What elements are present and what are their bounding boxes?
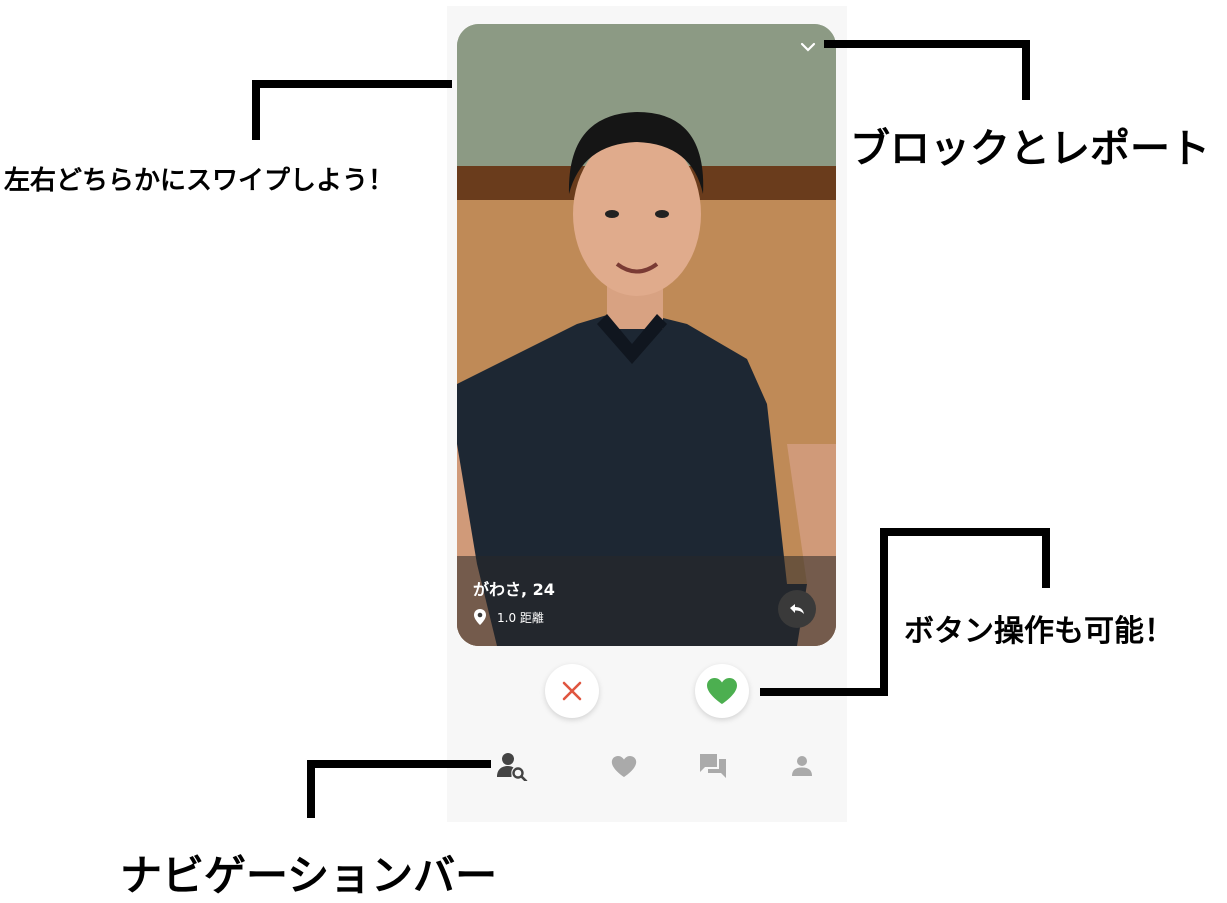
undo-button[interactable] xyxy=(778,590,816,628)
chevron-down-icon xyxy=(800,42,816,52)
dislike-button[interactable] xyxy=(545,664,599,718)
undo-icon xyxy=(790,604,804,614)
block-report-toggle[interactable] xyxy=(797,36,819,58)
callout-line-nav xyxy=(307,760,491,768)
close-icon xyxy=(562,681,582,701)
profile-name-age: がわさ, 24 xyxy=(473,580,555,599)
callout-line-swipe-vertical xyxy=(252,80,260,140)
nav-search[interactable] xyxy=(493,746,533,786)
callout-line-nav-vertical xyxy=(307,760,315,818)
profile-card[interactable]: がわさ, 24 1.0 距離 xyxy=(457,24,836,646)
like-button[interactable] xyxy=(695,664,749,718)
nav-likes[interactable] xyxy=(604,746,644,786)
callout-line-buttons xyxy=(760,688,888,696)
profile-photo xyxy=(457,24,836,646)
person-search-icon xyxy=(497,753,528,781)
callout-line-swipe xyxy=(252,80,452,88)
profile-distance: 1.0 距離 xyxy=(473,608,544,626)
location-pin-icon xyxy=(474,609,486,625)
nav-profile[interactable] xyxy=(782,746,822,786)
callout-line-buttons-vertical xyxy=(880,528,888,696)
callout-line-buttons-top xyxy=(880,528,1050,536)
nav-chat[interactable] xyxy=(693,746,733,786)
person-icon xyxy=(792,756,812,776)
callout-line-block-report-vertical xyxy=(1022,40,1030,100)
profile-info-overlay: がわさ, 24 1.0 距離 xyxy=(457,556,836,646)
annotation-block-report: ブロックとレポート xyxy=(850,126,1210,172)
callout-line-buttons-drop xyxy=(1042,528,1050,588)
annotation-nav-bar: ナビゲーションバー xyxy=(120,851,498,900)
phone-screen: がわさ, 24 1.0 距離 xyxy=(447,6,847,822)
annotation-swipe: 左右どちらかにスワイプしよう！ xyxy=(4,166,395,196)
callout-line-block-report xyxy=(824,40,1030,48)
annotation-buttons: ボタン操作も可能！ xyxy=(904,614,1174,649)
distance-label: 1.0 距離 xyxy=(497,610,544,625)
heart-icon xyxy=(611,755,637,777)
heart-icon xyxy=(707,678,737,704)
chat-icon xyxy=(700,754,726,778)
